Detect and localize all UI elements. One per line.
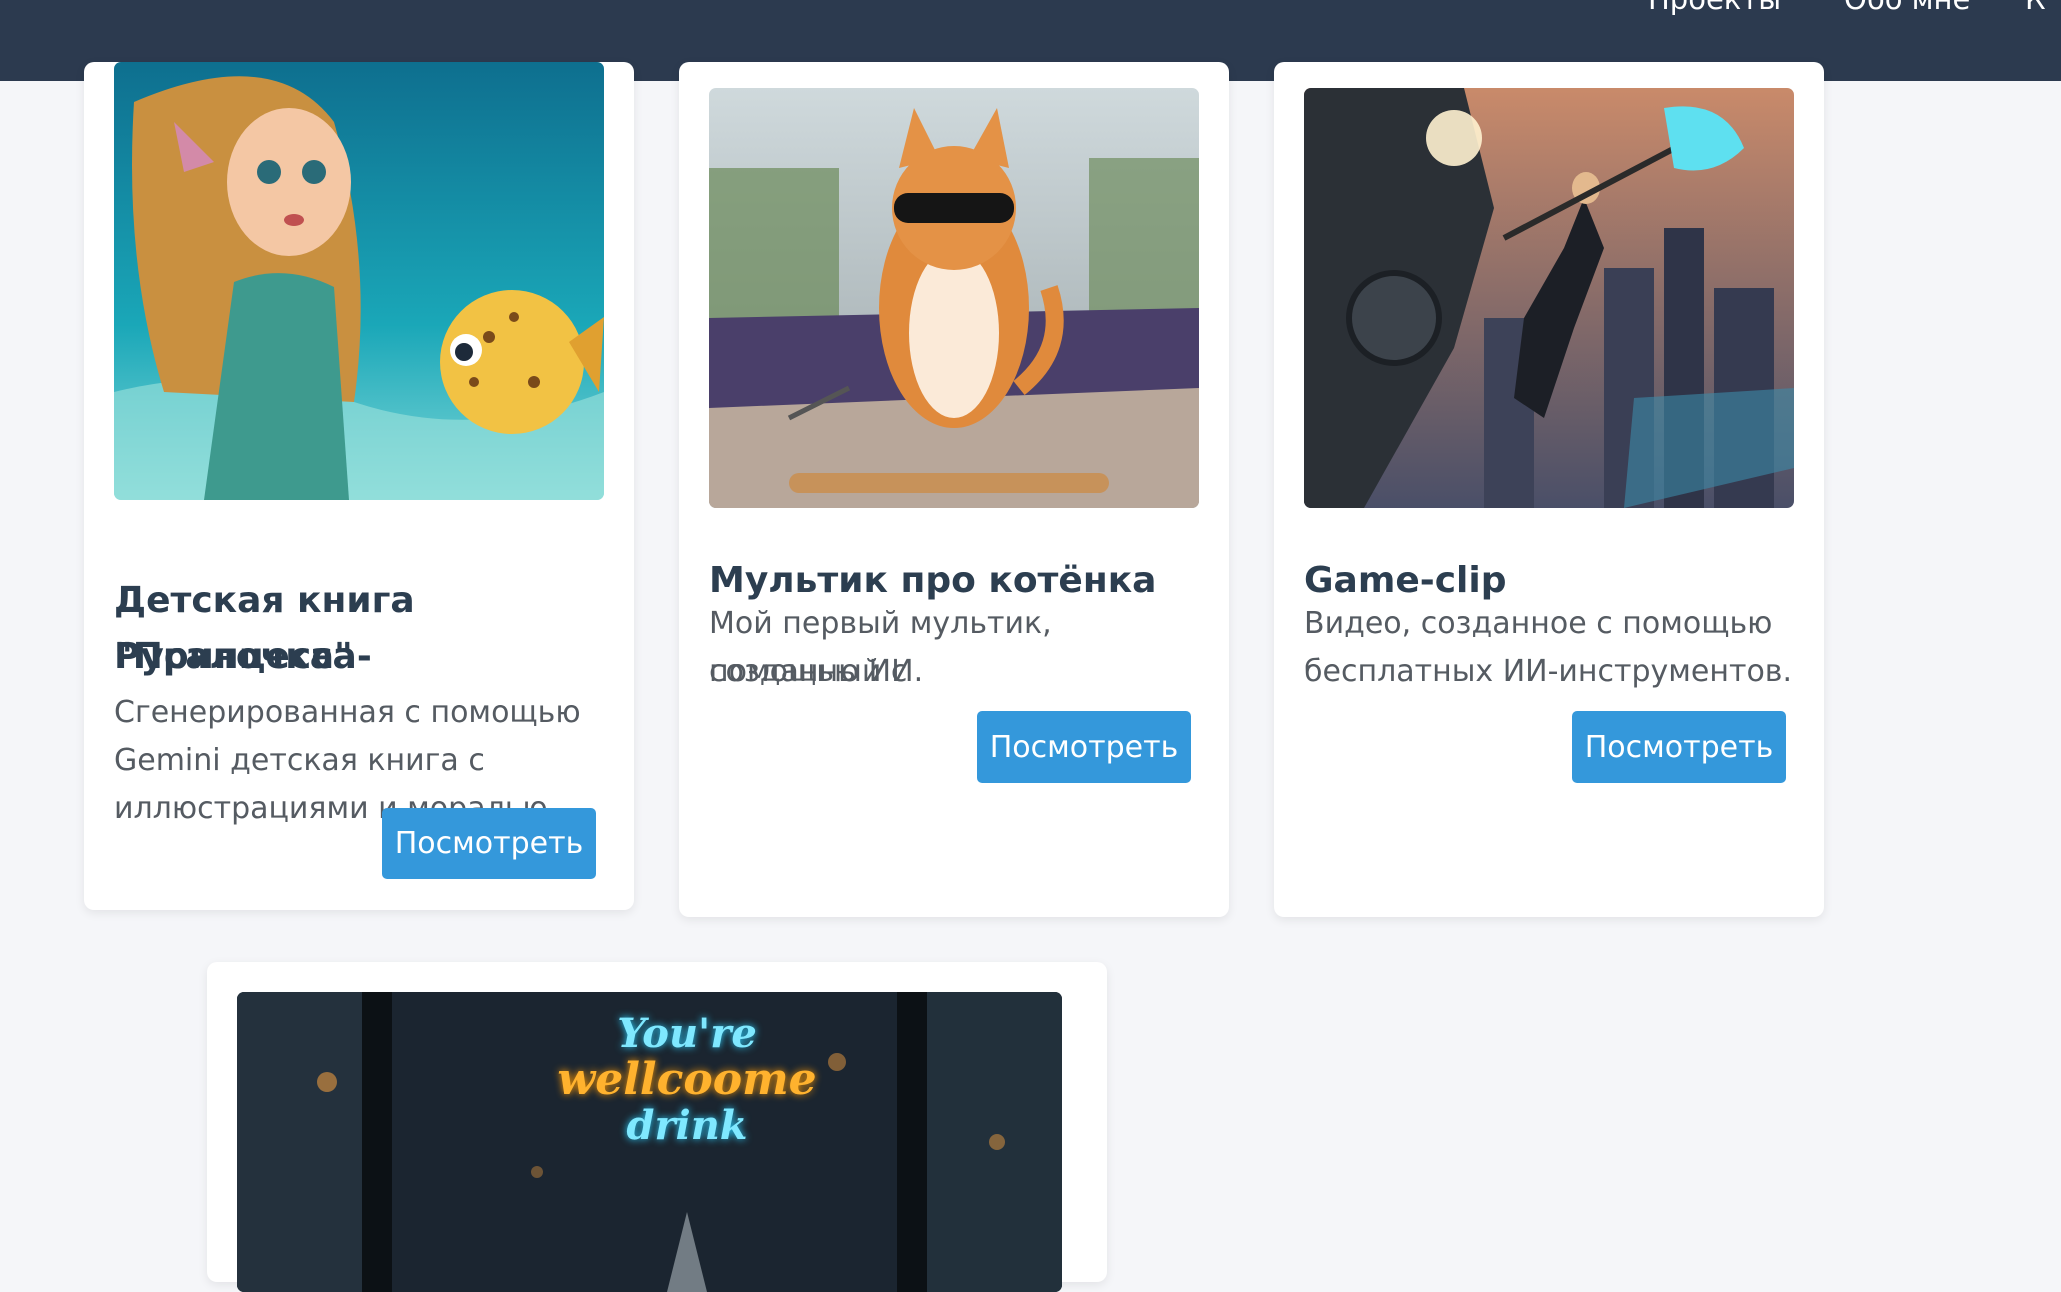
kitten-cartoon-image[interactable]: [709, 88, 1199, 508]
welcome-drink-image[interactable]: You're wellcoome drink: [237, 992, 1062, 1292]
mermaid-book-image[interactable]: [114, 62, 604, 500]
project-card-mermaid-book: Детская книга "Принцесса- Русалочка" Сге…: [84, 62, 634, 910]
neon-line-3: drink: [626, 1102, 748, 1149]
nav-link-projects[interactable]: Проекты: [1648, 0, 1781, 14]
mermaid-book-title-line2: Русалочка": [114, 636, 353, 677]
game-clip-desc-line1: Видео, созданное с помощью: [1304, 606, 1773, 641]
nav-link-about[interactable]: Обо мне: [1844, 0, 1970, 14]
view-mermaid-book-button[interactable]: Посмотреть: [382, 808, 596, 879]
mermaid-book-desc-line2: Gemini детская книга с: [114, 743, 485, 778]
project-card-welcome-drink: You're wellcoome drink: [207, 962, 1107, 1292]
nav-link-contacts[interactable]: К: [2025, 0, 2046, 14]
nav-menu: Проекты Обо мне К: [0, 0, 2061, 14]
mermaid-book-desc-line1: Сгенерированная с помощью: [114, 695, 581, 730]
project-card-kitten-cartoon: Мультик про котёнка Мой первый мультик, …: [679, 62, 1229, 917]
project-card-game-clip: Game-clip Видео, созданное с помощью бес…: [1274, 62, 1824, 917]
neon-sign-text: You're wellcoome drink: [537, 1012, 837, 1148]
neon-line-1: You're: [617, 1010, 757, 1057]
game-clip-desc-line2: бесплатных ИИ-инструментов.: [1304, 654, 1793, 689]
neon-line-2: wellcoome: [557, 1054, 817, 1105]
view-game-clip-button[interactable]: Посмотреть: [1572, 711, 1786, 783]
kitten-cartoon-desc-line2: помощью ИИ.: [709, 654, 924, 689]
view-kitten-cartoon-button[interactable]: Посмотреть: [977, 711, 1191, 783]
game-clip-image[interactable]: [1304, 88, 1794, 508]
